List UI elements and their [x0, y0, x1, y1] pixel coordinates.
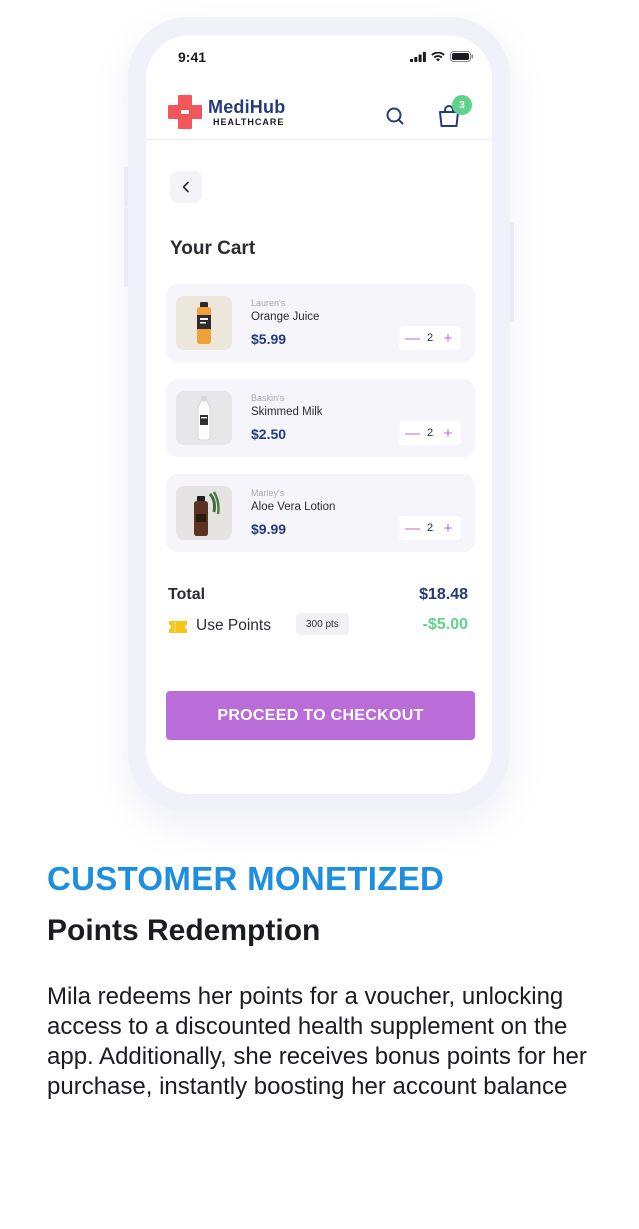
- battery-icon: [450, 51, 474, 62]
- phone-mockup: 9:41 MediHub HEALTHCARE 3 Your Cart Laur…: [124, 17, 514, 812]
- caption-headline: Points Redemption: [47, 914, 321, 947]
- status-time: 9:41: [178, 49, 207, 65]
- checkout-button[interactable]: PROCEED TO CHECKOUT: [166, 691, 475, 740]
- cart-item[interactable]: Marley's Aloe Vera Lotion $9.99 — 2 +: [166, 474, 475, 552]
- chevron-left-icon: [182, 181, 189, 193]
- brand-wordmark: MediHub HEALTHCARE: [208, 97, 285, 127]
- use-points-label[interactable]: Use Points: [196, 617, 271, 635]
- phone-side-button: [510, 222, 514, 322]
- product-image-aloe-vera-lotion: [176, 486, 232, 540]
- product-name: Skimmed Milk: [251, 406, 323, 418]
- back-button[interactable]: [170, 171, 202, 203]
- product-brand: Baskin's: [251, 393, 285, 403]
- plus-icon[interactable]: +: [441, 521, 455, 536]
- total-value: $18.48: [419, 586, 468, 603]
- caption-description: Mila redeems her points for a voucher, u…: [47, 983, 587, 1100]
- points-balance-badge[interactable]: 300 pts: [296, 613, 349, 635]
- product-price: $9.99: [251, 521, 287, 537]
- caption-kicker: CUSTOMER MONETIZED: [47, 860, 445, 897]
- product-brand: Marley's: [251, 488, 285, 498]
- quantity-stepper: — 2 +: [399, 421, 461, 445]
- minus-icon[interactable]: —: [405, 331, 420, 346]
- phone-volume-button: [124, 207, 128, 287]
- juice-bottle-illustration: [197, 302, 211, 344]
- quantity-stepper: — 2 +: [399, 326, 461, 350]
- medihub-logo-icon: [168, 95, 202, 129]
- product-brand: Lauren's: [251, 298, 286, 308]
- points-discount-value: -$5.00: [422, 616, 468, 633]
- total-row: Total $18.48: [168, 586, 468, 610]
- status-icons: [410, 51, 474, 62]
- product-price: $2.50: [251, 426, 287, 442]
- quantity-value: 2: [426, 332, 434, 344]
- app-header: MediHub HEALTHCARE 3: [146, 79, 492, 140]
- cart-item[interactable]: Lauren's Orange Juice $5.99 — 2 +: [166, 284, 475, 362]
- brand-name: MediHub: [208, 97, 286, 117]
- search-icon[interactable]: [384, 105, 406, 127]
- phone-screen: 9:41 MediHub HEALTHCARE 3 Your Cart Laur…: [146, 35, 492, 794]
- cart-list: Lauren's Orange Juice $5.99 — 2 + Baskin…: [166, 284, 475, 569]
- quantity-stepper: — 2 +: [399, 516, 461, 540]
- lotion-bottle-illustration: [194, 491, 220, 536]
- minus-icon[interactable]: —: [405, 521, 420, 536]
- total-label: Total: [168, 586, 206, 603]
- ticket-icon[interactable]: [168, 620, 188, 634]
- page-title: Your Cart: [170, 238, 256, 259]
- milk-bottle-illustration: [197, 396, 211, 441]
- quantity-value: 2: [426, 522, 434, 534]
- signal-icon: [410, 51, 426, 62]
- wifi-icon: [431, 51, 445, 61]
- brand-subtitle: HEALTHCARE: [213, 117, 285, 127]
- product-price: $5.99: [251, 331, 287, 347]
- cart-item[interactable]: Baskin's Skimmed Milk $2.50 — 2 +: [166, 379, 475, 457]
- product-name: Aloe Vera Lotion: [251, 501, 336, 513]
- quantity-value: 2: [426, 427, 434, 439]
- product-name: Orange Juice: [251, 311, 320, 323]
- cart-count-badge: 3: [452, 95, 472, 115]
- minus-icon[interactable]: —: [405, 426, 420, 441]
- product-image-orange-juice: [176, 296, 232, 350]
- plus-icon[interactable]: +: [441, 331, 455, 346]
- plus-icon[interactable]: +: [441, 426, 455, 441]
- status-bar: 9:41: [146, 35, 492, 79]
- use-points-row: Use Points 300 pts -$5.00: [168, 613, 468, 640]
- product-image-skimmed-milk: [176, 391, 232, 445]
